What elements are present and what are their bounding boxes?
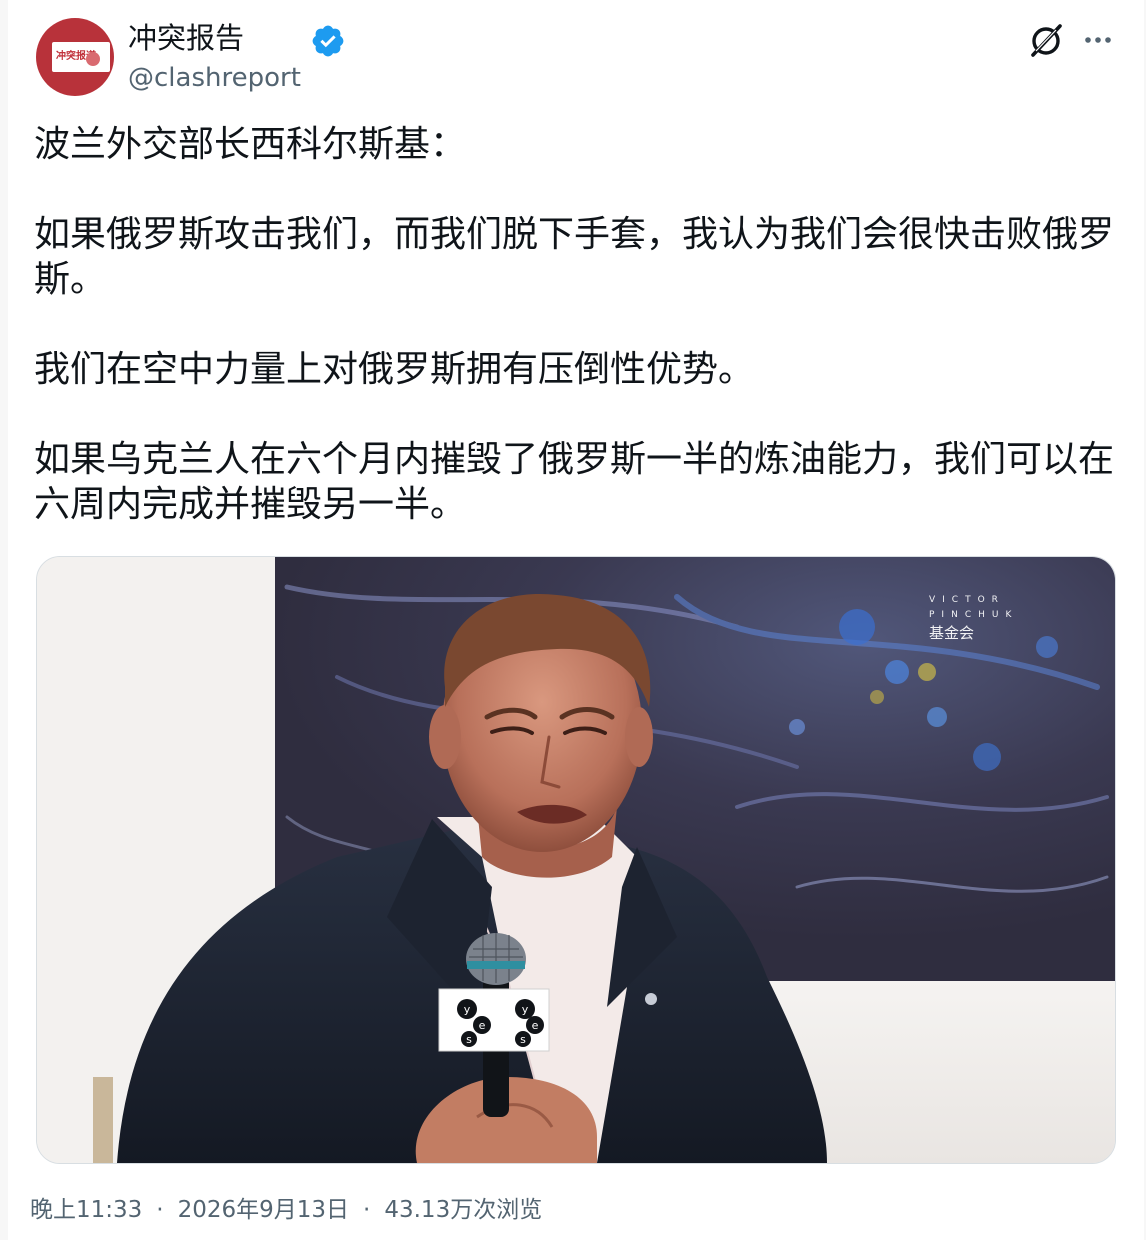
tweet-time[interactable]: 晚上11:33 bbox=[30, 1197, 142, 1223]
tweet-date[interactable]: 2026年9月13日 bbox=[178, 1197, 349, 1223]
grok-icon[interactable] bbox=[1026, 20, 1066, 60]
meta-separator: · bbox=[156, 1197, 164, 1223]
more-options-icon[interactable] bbox=[1080, 22, 1116, 58]
verified-badge-icon bbox=[312, 25, 344, 57]
user-handle[interactable]: @clashreport bbox=[128, 60, 301, 96]
speaker-photo: y e s y e s bbox=[37, 557, 1115, 1163]
mic-flag-letter: s bbox=[520, 1033, 526, 1046]
tweet-meta: 晚上11:33 · 2026年9月13日 · 43.13万次浏览 bbox=[30, 1192, 542, 1228]
tweet-card: 冲突报道 冲突报告 @clashreport 波兰外交部长西科尔斯基： 如果俄罗… bbox=[8, 0, 1144, 1240]
tweet-paragraph: 波兰外交部长西科尔斯基： bbox=[34, 124, 467, 165]
mic-flag-letter: e bbox=[532, 1019, 539, 1032]
view-count[interactable]: 43.13万次浏览 bbox=[384, 1197, 542, 1223]
tweet-text: 波兰外交部长西科尔斯基： 如果俄罗斯攻击我们，而我们脱下手套，我认为我们会很快击… bbox=[34, 122, 1124, 527]
tweet-paragraph: 如果乌克兰人在六个月内摧毁了俄罗斯一半的炼油能力，我们可以在六周内完成并摧毁另一… bbox=[34, 439, 1115, 525]
display-name[interactable]: 冲突报告 bbox=[128, 18, 244, 58]
mic-flag-letter: y bbox=[522, 1003, 529, 1016]
tweet-paragraph: 我们在空中力量上对俄罗斯拥有压倒性优势。 bbox=[34, 349, 755, 390]
tweet-header: 冲突报道 冲突报告 @clashreport bbox=[8, 0, 1144, 110]
watermark-line-1: VICTOR bbox=[929, 595, 1005, 605]
photo-watermark: VICTOR PINCHUK 基金会 bbox=[929, 593, 1018, 643]
watermark-line-3: 基金会 bbox=[929, 624, 975, 642]
avatar[interactable]: 冲突报道 bbox=[36, 18, 114, 96]
avatar-mark bbox=[86, 52, 100, 66]
meta-separator: · bbox=[363, 1197, 371, 1223]
mic-flag-letter: e bbox=[479, 1019, 486, 1032]
avatar-logo: 冲突报道 bbox=[52, 42, 110, 72]
mic-flag-letter: s bbox=[466, 1033, 472, 1046]
watermark-line-2: PINCHUK bbox=[929, 610, 1019, 620]
tweet-paragraph: 如果俄罗斯攻击我们，而我们脱下手套，我认为我们会很快击败俄罗斯。 bbox=[34, 214, 1115, 300]
mic-flag-letter: y bbox=[464, 1003, 471, 1016]
tweet-media-image[interactable]: y e s y e s VICTOR PINCHUK 基金会 bbox=[36, 556, 1116, 1164]
